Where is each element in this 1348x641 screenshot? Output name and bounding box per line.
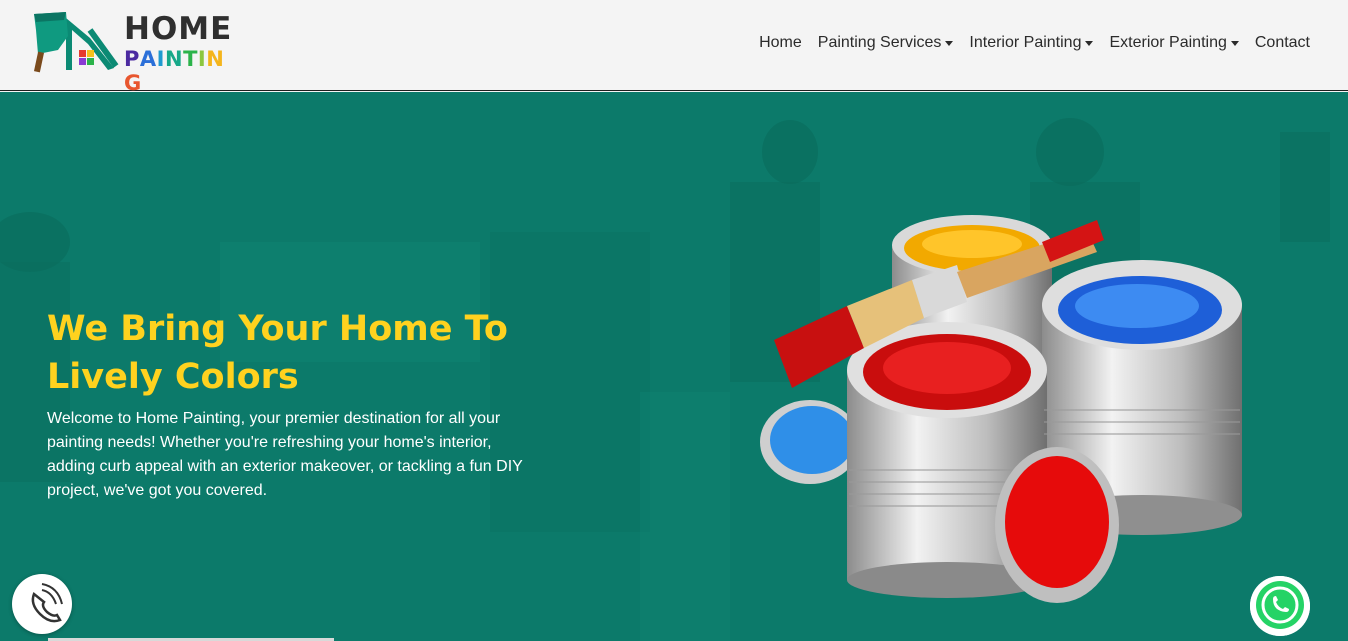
phone-icon [31,583,63,623]
logo-letter: N [165,47,184,71]
logo-text-home: HOME [124,11,233,47]
logo-letter: P [124,47,140,71]
nav-item-interior-painting[interactable]: Interior Painting [969,34,1094,52]
whatsapp-button[interactable] [1250,576,1310,636]
hero-description: Welcome to Home Painting, your premier d… [47,410,523,499]
nav-item-label: Contact [1254,34,1310,51]
caret-down-icon [945,41,954,46]
nav-item-painting-services[interactable]: Painting Services [818,34,954,52]
logo-letter: I [156,47,165,71]
main-nav: Home Painting Services Interior Painting… [743,34,1310,52]
logo-letter: I [197,47,207,71]
nav-item-home[interactable]: Home [759,34,802,52]
logo-letter: A [139,47,157,71]
call-button[interactable] [12,574,72,634]
nav-item-contact[interactable]: Contact [1255,34,1310,52]
logo-text-painting: PAINTING [124,47,238,95]
nav-item-label: Painting Services [817,34,942,51]
hero-section: We Bring Your Home To Lively Colors Welc… [0,92,1348,641]
logo-letter: N [206,47,225,71]
logo-letter: T [183,47,198,71]
whatsapp-icon [1250,576,1310,636]
nav-item-label: Home [759,34,802,51]
caret-down-icon [1230,41,1239,46]
house-paint-roller-logo-icon [33,12,119,73]
nav-item-label: Interior Painting [969,34,1082,51]
site-header: HOME PAINTING Home Painting Services Int… [0,0,1348,95]
caret-down-icon [1085,41,1094,46]
logo[interactable]: HOME PAINTING [28,10,238,95]
nav-item-exterior-painting[interactable]: Exterior Painting [1109,34,1239,52]
hero-title: We Bring Your Home To Lively Colors [47,309,508,397]
paint-cans-with-brush-image [760,215,1242,603]
nav-item-label: Exterior Painting [1109,34,1227,51]
